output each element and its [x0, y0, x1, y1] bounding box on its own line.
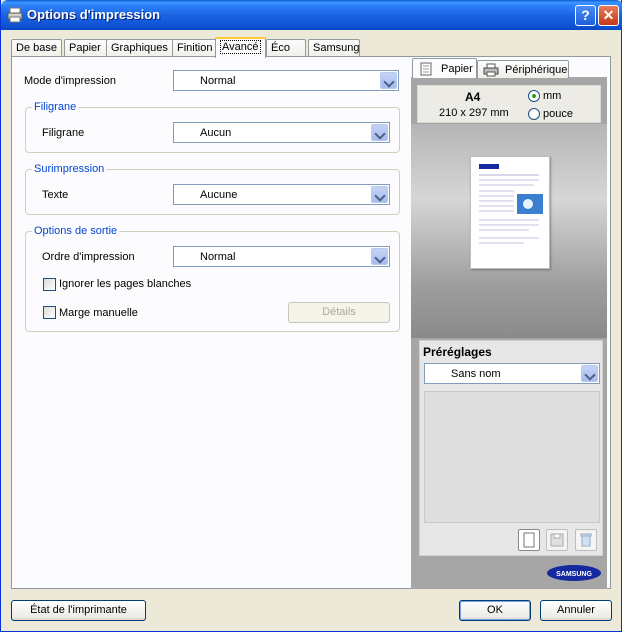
paper-dimensions: 210 x 297 mm: [439, 107, 509, 119]
cancel-button[interactable]: Annuler: [540, 600, 612, 621]
tab-preview-device[interactable]: Périphérique: [477, 60, 569, 78]
overlay-text-label: Texte: [42, 189, 69, 201]
paper-info-box: A4 210 x 297 mm mm pouce: [417, 85, 601, 123]
close-button[interactable]: ✕: [598, 5, 619, 26]
presets-list[interactable]: [424, 391, 600, 523]
tab-papier[interactable]: Papier: [64, 39, 112, 57]
tab-samsung[interactable]: Samsung: [308, 39, 360, 57]
unit-mm-radio[interactable]: [528, 90, 540, 102]
print-options-window: Options d'impression ? ✕ De base Papier …: [0, 0, 622, 632]
presets-box: Préréglages Sans nom: [419, 340, 603, 556]
skip-blank-pages-checkbox[interactable]: [43, 278, 56, 291]
ok-button[interactable]: OK: [459, 600, 531, 621]
skip-blank-pages-label[interactable]: Ignorer les pages blanches: [59, 278, 191, 290]
help-button[interactable]: ?: [575, 5, 596, 26]
manual-margin-label[interactable]: Marge manuelle: [59, 307, 138, 319]
new-preset-button[interactable]: [518, 529, 540, 551]
printer-status-button[interactable]: État de l'imprimante: [11, 600, 146, 621]
page-preview-image: [479, 164, 543, 244]
presets-title: Préréglages: [423, 345, 492, 359]
printer-icon: [483, 63, 499, 77]
new-document-icon: [523, 532, 535, 548]
presets-dropdown[interactable]: Sans nom: [424, 363, 600, 384]
recycle-bin-icon: [580, 533, 592, 547]
tab-de-base[interactable]: De base: [11, 39, 62, 57]
print-mode-dropdown[interactable]: Normal: [173, 70, 399, 91]
samsung-logo: SAMSUNG: [547, 565, 601, 581]
save-icon: [550, 533, 564, 547]
print-order-dropdown[interactable]: Normal: [173, 246, 390, 267]
unit-mm-label[interactable]: mm: [543, 90, 561, 102]
print-mode-label: Mode d'impression: [24, 75, 116, 87]
tab-finition[interactable]: Finition: [172, 39, 221, 57]
title-bar: Options d'impression ? ✕: [1, 0, 622, 30]
tab-graphiques[interactable]: Graphiques: [106, 39, 178, 57]
unit-inch-radio[interactable]: [528, 108, 540, 120]
page-preview-thumbnail: [470, 156, 550, 269]
svg-text:SAMSUNG: SAMSUNG: [556, 571, 592, 578]
preview-paper-tab-label: Papier: [441, 63, 473, 75]
output-options-group-title: Options de sortie: [32, 225, 120, 237]
unit-inch-label[interactable]: pouce: [543, 108, 573, 120]
chevron-down-icon[interactable]: [371, 124, 388, 141]
tab-eco[interactable]: Éco: [266, 39, 306, 57]
chevron-down-icon[interactable]: [581, 365, 598, 382]
details-button[interactable]: Détails: [288, 302, 390, 323]
overlay-text-dropdown[interactable]: Aucune: [173, 184, 390, 205]
preview-device-tab-label: Périphérique: [505, 64, 568, 76]
delete-preset-button[interactable]: [575, 529, 597, 551]
paper-icon: [420, 62, 432, 76]
manual-margin-checkbox[interactable]: [43, 306, 56, 319]
overlay-group-title: Surimpression: [32, 163, 107, 175]
watermark-group-title: Filigrane: [32, 101, 79, 113]
printer-icon: [7, 7, 23, 23]
paper-name: A4: [465, 90, 481, 104]
window-title: Options d'impression: [27, 7, 161, 22]
chevron-down-icon[interactable]: [371, 248, 388, 265]
save-preset-button[interactable]: [546, 529, 568, 551]
chevron-down-icon[interactable]: [380, 72, 397, 89]
chevron-down-icon[interactable]: [371, 186, 388, 203]
tab-avance[interactable]: Avancé: [215, 37, 266, 58]
tab-preview-paper[interactable]: Papier: [412, 58, 477, 78]
watermark-dropdown[interactable]: Aucun: [173, 122, 390, 143]
watermark-label: Filigrane: [42, 127, 85, 139]
print-order-label: Ordre d'impression: [42, 251, 135, 263]
